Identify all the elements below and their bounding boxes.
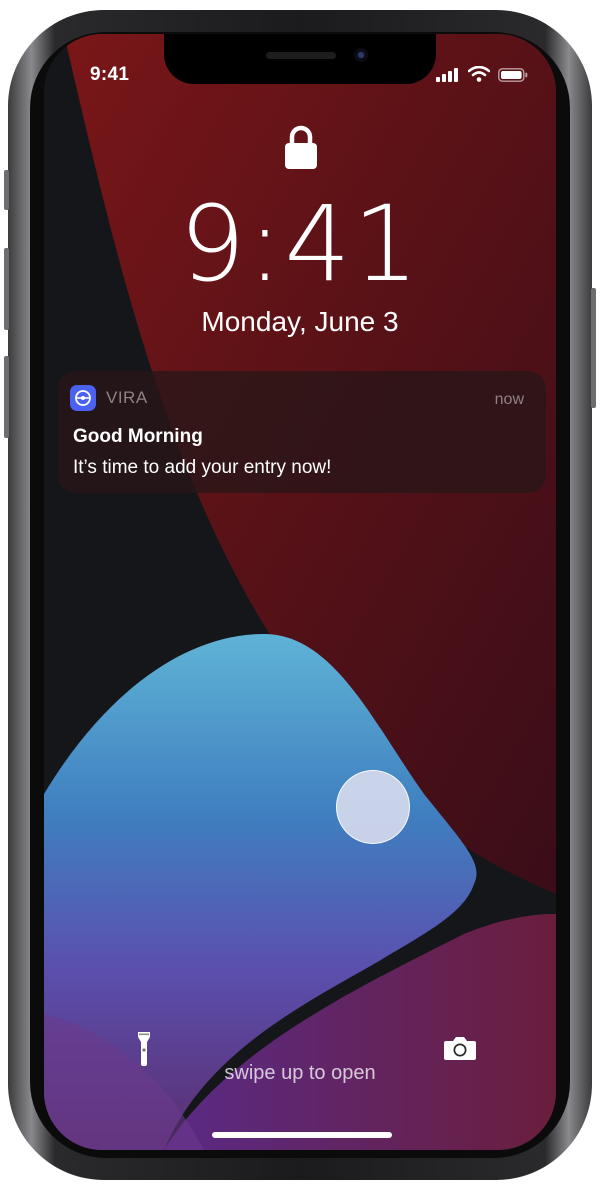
notch (164, 34, 436, 84)
touch-indicator (336, 770, 410, 844)
status-icons (436, 66, 528, 82)
battery-icon (498, 68, 528, 82)
lock-date: Monday, June 3 (201, 306, 399, 337)
volume-down-button (4, 356, 9, 438)
status-time: 9:41 (90, 64, 130, 85)
silent-switch (4, 170, 9, 210)
lock-time: 9:41 (179, 183, 421, 305)
volume-up-button (4, 248, 9, 330)
lock-screen: 9:41 9:41 Monday, June 3 VIRA now Good M… (44, 34, 556, 1150)
notification-title: Good Morning (73, 426, 203, 447)
lock-icon (285, 125, 317, 169)
home-indicator[interactable] (212, 1132, 392, 1138)
vira-app-icon (70, 385, 96, 411)
signal-icon (436, 68, 458, 82)
swipe-hint: swipe up to open (224, 1062, 376, 1084)
wifi-icon (468, 66, 490, 82)
power-button (591, 288, 596, 408)
notification-card[interactable]: VIRA now Good Morning It’s time to add y… (58, 371, 546, 493)
front-camera (354, 48, 368, 62)
notification-time: now (494, 391, 524, 408)
notification-body: It’s time to add your entry now! (73, 457, 332, 478)
notification-app-name: VIRA (106, 388, 148, 407)
speaker-grille (266, 52, 336, 59)
